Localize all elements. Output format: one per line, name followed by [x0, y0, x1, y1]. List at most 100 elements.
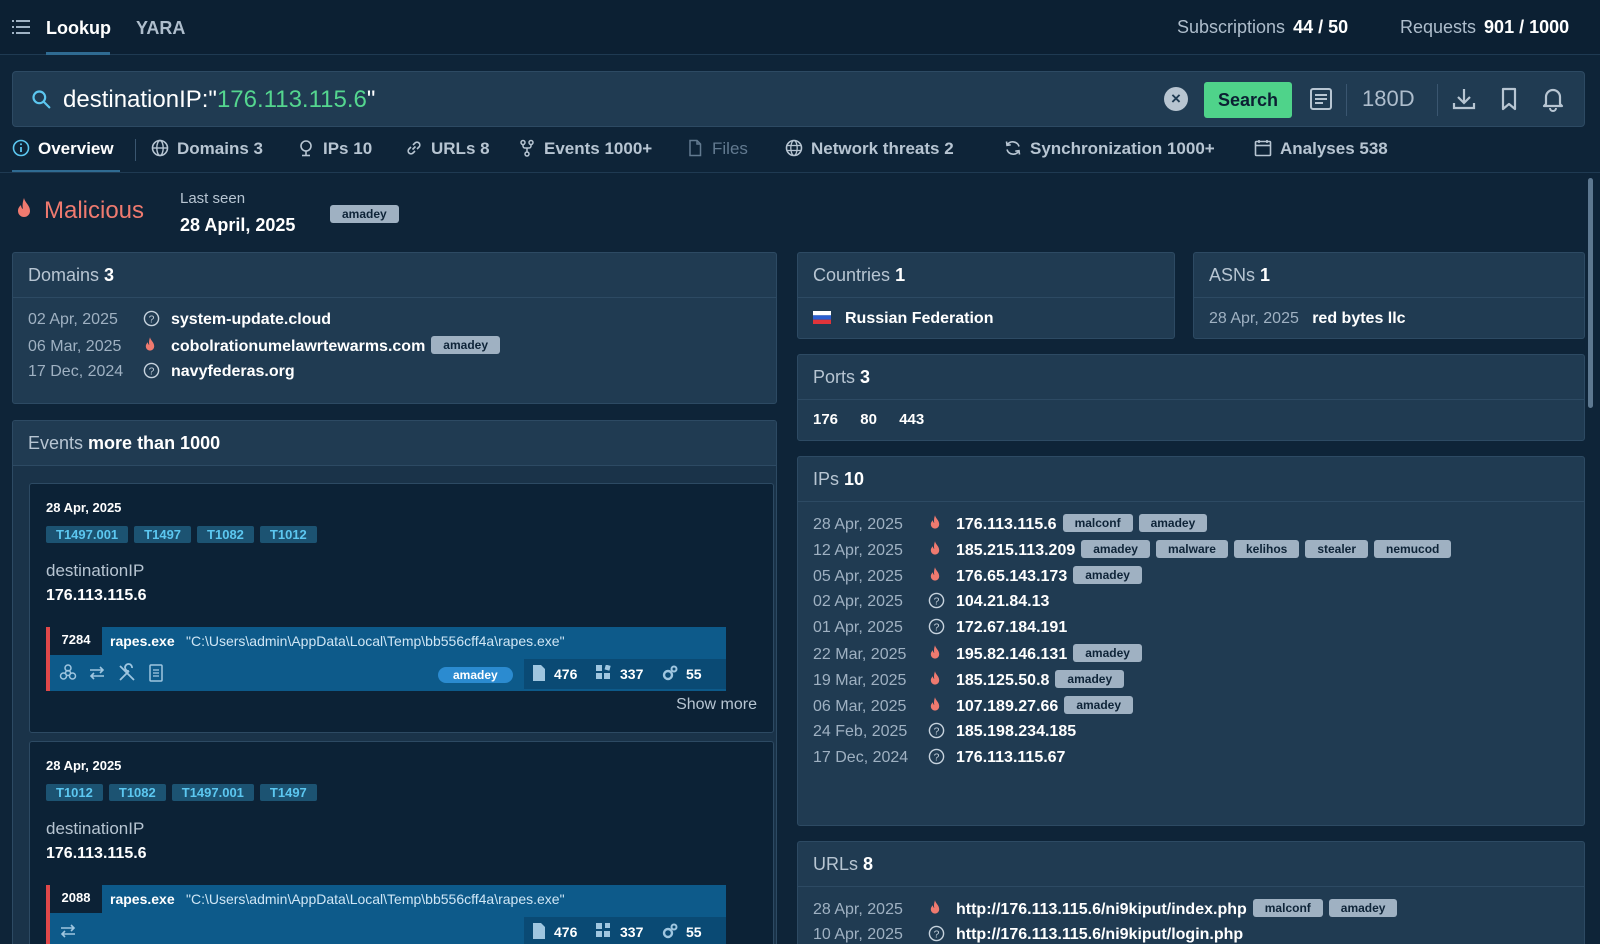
port-value[interactable]: 80 — [860, 411, 877, 428]
port-value[interactable]: 176 — [813, 411, 838, 428]
ip-row[interactable]: 05 Apr, 2025 176.65.143.173 amadey — [813, 566, 1142, 589]
threat-tag[interactable]: malconf — [1252, 899, 1323, 917]
domain-row-value[interactable]: cobolrationumelawrtewarms.com — [171, 338, 425, 355]
tab-ips[interactable]: IPs 10 — [297, 139, 372, 159]
threat-tag[interactable]: stealer — [1305, 540, 1369, 558]
ip-row[interactable]: 24 Feb, 2025? 185.198.234.185 — [813, 722, 1076, 744]
ip-row[interactable]: 01 Apr, 2025? 172.67.184.191 — [813, 618, 1067, 640]
threat-tag[interactable]: amadey — [1064, 696, 1134, 714]
mitre-tag[interactable]: T1012 — [46, 784, 103, 801]
threat-tag[interactable]: amadey — [1138, 514, 1208, 532]
url-row[interactable]: 10 Apr, 2025? http://176.113.115.6/ni9kip… — [813, 925, 1243, 944]
tab-network-threats[interactable]: Network threats 2 — [785, 139, 954, 159]
event-card[interactable]: 28 Apr, 2025 T1012 T1082 T1497.001 T1497 de… — [29, 741, 774, 944]
mitre-tag[interactable]: T1497.001 — [46, 526, 129, 543]
ip-row-value[interactable]: 185.215.113.209 — [956, 542, 1075, 559]
tab-yara[interactable]: YARA — [136, 18, 185, 39]
fire-icon — [930, 900, 940, 914]
tab-lookup[interactable]: Lookup — [46, 18, 111, 39]
domain-row-value[interactable]: system-update.cloud — [171, 311, 331, 328]
process-details: amadey 476 337 55 — [50, 659, 726, 689]
asn-row[interactable]: 28 Apr, 2025 red bytes llc — [1209, 310, 1406, 328]
domains-header: Domains 3 — [13, 253, 776, 298]
port-value[interactable]: 443 — [899, 411, 924, 428]
ip-row[interactable]: 19 Mar, 2025 185.125.50.8 amadey — [813, 670, 1125, 693]
ip-row[interactable]: 17 Dec, 2024? 176.113.115.67 — [813, 748, 1065, 770]
mitre-tag[interactable]: T1497 — [134, 526, 192, 543]
country-row[interactable]: Russian Federation — [813, 310, 993, 328]
asns-title: ASNs — [1209, 265, 1256, 285]
url-row[interactable]: 28 Apr, 2025 http://176.113.115.6/ni9kipu… — [813, 899, 1398, 922]
ip-row-value[interactable]: 176.65.143.173 — [956, 568, 1067, 585]
url-row-value[interactable]: http://176.113.115.6/ni9kiput/login.php — [956, 926, 1243, 943]
ip-row-value[interactable]: 104.21.84.13 — [956, 593, 1049, 610]
asn-date: 28 Apr, 2025 — [1209, 310, 1299, 327]
threat-tag[interactable]: amadey — [1081, 540, 1150, 558]
ips-header: IPs 10 — [798, 457, 1584, 502]
ip-row-value[interactable]: 176.113.115.6 — [956, 516, 1057, 533]
process-row[interactable]: 2088 rapes.exe "C:\Users\admin\AppData\L… — [46, 885, 726, 944]
tab-synchronization[interactable]: Synchronization 1000+ — [1004, 139, 1215, 159]
domain-row-date: 17 Dec, 2024 — [28, 363, 124, 380]
malicious-status — [928, 644, 956, 667]
clear-search-button[interactable]: × — [1164, 87, 1188, 111]
bookmark-icon[interactable] — [1496, 86, 1522, 112]
ip-row-value[interactable]: 195.82.146.131 — [956, 646, 1067, 663]
ip-row[interactable]: 28 Apr, 2025 176.113.115.6 malconf amadey — [813, 514, 1208, 537]
tab-domains[interactable]: Domains 3 — [151, 139, 263, 159]
event-date: 28 Apr, 2025 — [46, 500, 122, 515]
ip-row[interactable]: 12 Apr, 2025 185.215.113.209 amadey malware… — [813, 540, 1452, 563]
threat-tag[interactable]: amadey — [1328, 899, 1398, 917]
bell-icon[interactable] — [1540, 86, 1566, 112]
query-builder-icon[interactable] — [1308, 86, 1334, 112]
ip-row-value[interactable]: 185.198.234.185 — [956, 723, 1076, 740]
files-count: 476 — [554, 924, 578, 940]
search-input[interactable]: destinationIP:"176.113.115.6" — [63, 86, 375, 114]
search-bar[interactable]: destinationIP:"176.113.115.6" × Search 1… — [12, 71, 1585, 127]
event-field-value[interactable]: 176.113.115.6 — [46, 587, 147, 605]
verdict-tag[interactable]: amadey — [330, 205, 399, 223]
process-threat-tag[interactable]: amadey — [438, 667, 513, 683]
threat-tag[interactable]: kelihos — [1233, 540, 1300, 558]
domain-row[interactable]: 17 Dec, 2024? navyfederas.org — [28, 362, 295, 384]
mitre-tag[interactable]: T1497.001 — [171, 784, 254, 801]
threat-tag[interactable]: malware — [1155, 540, 1228, 558]
tab-analyses[interactable]: Analyses 538 — [1254, 139, 1388, 159]
search-button[interactable]: Search — [1204, 82, 1292, 118]
ip-row-value[interactable]: 185.125.50.8 — [956, 672, 1049, 689]
event-card[interactable]: 28 Apr, 2025 T1497.001 T1497 T1082 T1012 de… — [29, 483, 774, 733]
file-icon — [533, 665, 545, 681]
threat-tag[interactable]: amadey — [1073, 644, 1142, 662]
ip-row[interactable]: 02 Apr, 2025? 104.21.84.13 — [813, 592, 1049, 614]
mitre-tag[interactable]: T1082 — [197, 526, 254, 543]
threat-tag[interactable]: amadey — [1073, 566, 1142, 584]
tab-urls[interactable]: URLs 8 — [405, 139, 490, 159]
domain-row[interactable]: 06 Mar, 2025 cobolrationumelawrtewarms.co… — [28, 336, 500, 359]
ip-row-value[interactable]: 172.67.184.191 — [956, 619, 1067, 636]
menu-icon[interactable] — [12, 20, 30, 36]
asns-panel: ASNs 1 28 Apr, 2025 red bytes llc — [1193, 252, 1585, 339]
page-scrollbar[interactable] — [1588, 178, 1593, 408]
threat-tag[interactable]: amadey — [1055, 670, 1125, 688]
threat-tag[interactable]: amadey — [431, 336, 500, 354]
process-row[interactable]: 7284 rapes.exe "C:\Users\admin\AppData\L… — [46, 627, 726, 691]
show-more-link[interactable]: Show more — [676, 696, 757, 714]
ip-row[interactable]: 22 Mar, 2025 195.82.146.131 amadey — [813, 644, 1142, 667]
ip-row-value[interactable]: 107.189.27.66 — [956, 698, 1058, 715]
download-icon[interactable] — [1451, 86, 1477, 112]
tab-events[interactable]: Events 1000+ — [518, 139, 652, 159]
period-selector[interactable]: 180D — [1362, 86, 1415, 112]
domain-row[interactable]: 02 Apr, 2025? system-update.cloud — [28, 310, 331, 332]
event-field-value[interactable]: 176.113.115.6 — [46, 845, 147, 863]
url-row-value[interactable]: http://176.113.115.6/ni9kiput/index.php — [956, 901, 1247, 918]
fire-icon — [145, 337, 155, 351]
threat-tag[interactable]: nemucod — [1374, 540, 1452, 558]
tab-overview[interactable]: Overview — [12, 139, 114, 159]
mitre-tag[interactable]: T1082 — [108, 784, 166, 801]
threat-tag[interactable]: malconf — [1062, 514, 1133, 532]
ip-row[interactable]: 06 Mar, 2025 107.189.27.66 amadey — [813, 696, 1134, 719]
ip-row-value[interactable]: 176.113.115.67 — [956, 749, 1065, 766]
mitre-tag[interactable]: T1012 — [259, 526, 317, 543]
mitre-tag[interactable]: T1497 — [259, 784, 317, 801]
domain-row-value[interactable]: navyfederas.org — [171, 363, 295, 380]
